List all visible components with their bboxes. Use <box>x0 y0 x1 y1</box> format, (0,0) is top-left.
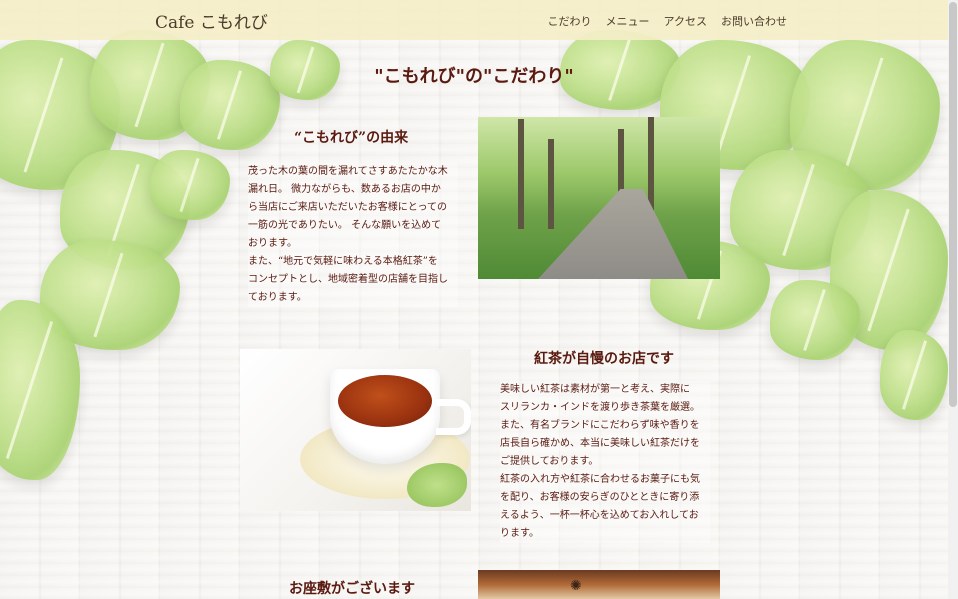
text-line: また、“地元で気軽に味わえる本格紅茶”を <box>248 256 438 267</box>
ivy-leaf-decoration <box>150 150 230 220</box>
nav-contact[interactable]: お問い合わせ <box>721 13 787 29</box>
text-line: また、有名ブランドにこだわらず味や香りを <box>500 420 700 431</box>
zashiki-room-photo: ✺ <box>478 570 720 599</box>
section-text-origin: 茂った木の葉の間を漏れてさすあたたかな木 漏れ日。 微力ながらも、数あるお店の中… <box>248 163 458 307</box>
section-title-origin: “こもれび”の由来 <box>294 130 409 146</box>
tree-trunk <box>518 119 524 229</box>
page-scrollbar[interactable] <box>948 0 958 599</box>
nav-menu[interactable]: メニュー <box>606 13 650 29</box>
leaf-decoration <box>407 463 467 507</box>
scrollbar-thumb[interactable] <box>949 2 957 407</box>
text-line: ります。 <box>500 528 539 539</box>
tea-cup-photo <box>240 349 471 511</box>
section-text-tea: 美味しい紅茶は素材が第一と考え、実際に スリランカ・インドを渡り歩き茶葉を厳選。… <box>500 381 710 543</box>
text-line: ご提供しております。 <box>500 456 599 467</box>
tea-liquid <box>338 375 432 427</box>
section-title-zashiki: お座敷がございます <box>289 581 415 597</box>
text-line: 漏れ日。 微力ながらも、数あるお店の中か <box>248 184 441 195</box>
main-nav: こだわり メニュー アクセス お問い合わせ <box>548 13 787 29</box>
forest-path <box>538 189 688 279</box>
text-line: 茂った木の葉の間を漏れてさすあたたかな木 <box>248 166 448 177</box>
nav-kodawari[interactable]: こだわり <box>548 13 592 29</box>
text-line: ております。 <box>248 292 307 303</box>
text-line: ら当店にご来店いただいたお客様にとっての <box>248 202 447 213</box>
tree-trunk <box>548 139 554 229</box>
text-line: スリランカ・インドを渡り歩き茶葉を厳選。 <box>500 402 700 413</box>
ivy-leaf-decoration <box>880 330 948 420</box>
text-line: 紅茶の入れ方や紅茶に合わせるお菓子にも気 <box>500 474 700 485</box>
page-title: "こもれび"の"こだわり" <box>374 66 574 87</box>
section-title-tea: 紅茶が自慢のお店です <box>534 351 674 367</box>
nav-access[interactable]: アクセス <box>664 13 707 29</box>
text-line: えるよう、一杯一杯心を込めてお入れしてお <box>500 510 699 521</box>
site-logo[interactable]: Cafe こもれび <box>155 8 268 33</box>
cup-handle <box>436 399 471 435</box>
forest-path-photo <box>478 117 720 279</box>
text-line: コンセプトとし、地域密着型の店舗を目指し <box>248 274 448 285</box>
text-line: 一筋の光でありたい。 そんな願いを込めて <box>248 220 442 231</box>
text-line: 美味しい紅茶は素材が第一と考え、実際に <box>500 384 690 395</box>
sun-ornament-icon: ✺ <box>570 578 582 594</box>
text-line: を配り、お客様の安らぎのひとときに寄り添 <box>500 492 700 503</box>
text-line: おります。 <box>248 238 297 249</box>
text-line: 店長自ら確かめ、本当に美味しい紅茶だけを <box>500 438 700 449</box>
ivy-leaf-decoration <box>770 280 860 360</box>
site-header: Cafe こもれび こだわり メニュー アクセス お問い合わせ <box>0 0 958 40</box>
